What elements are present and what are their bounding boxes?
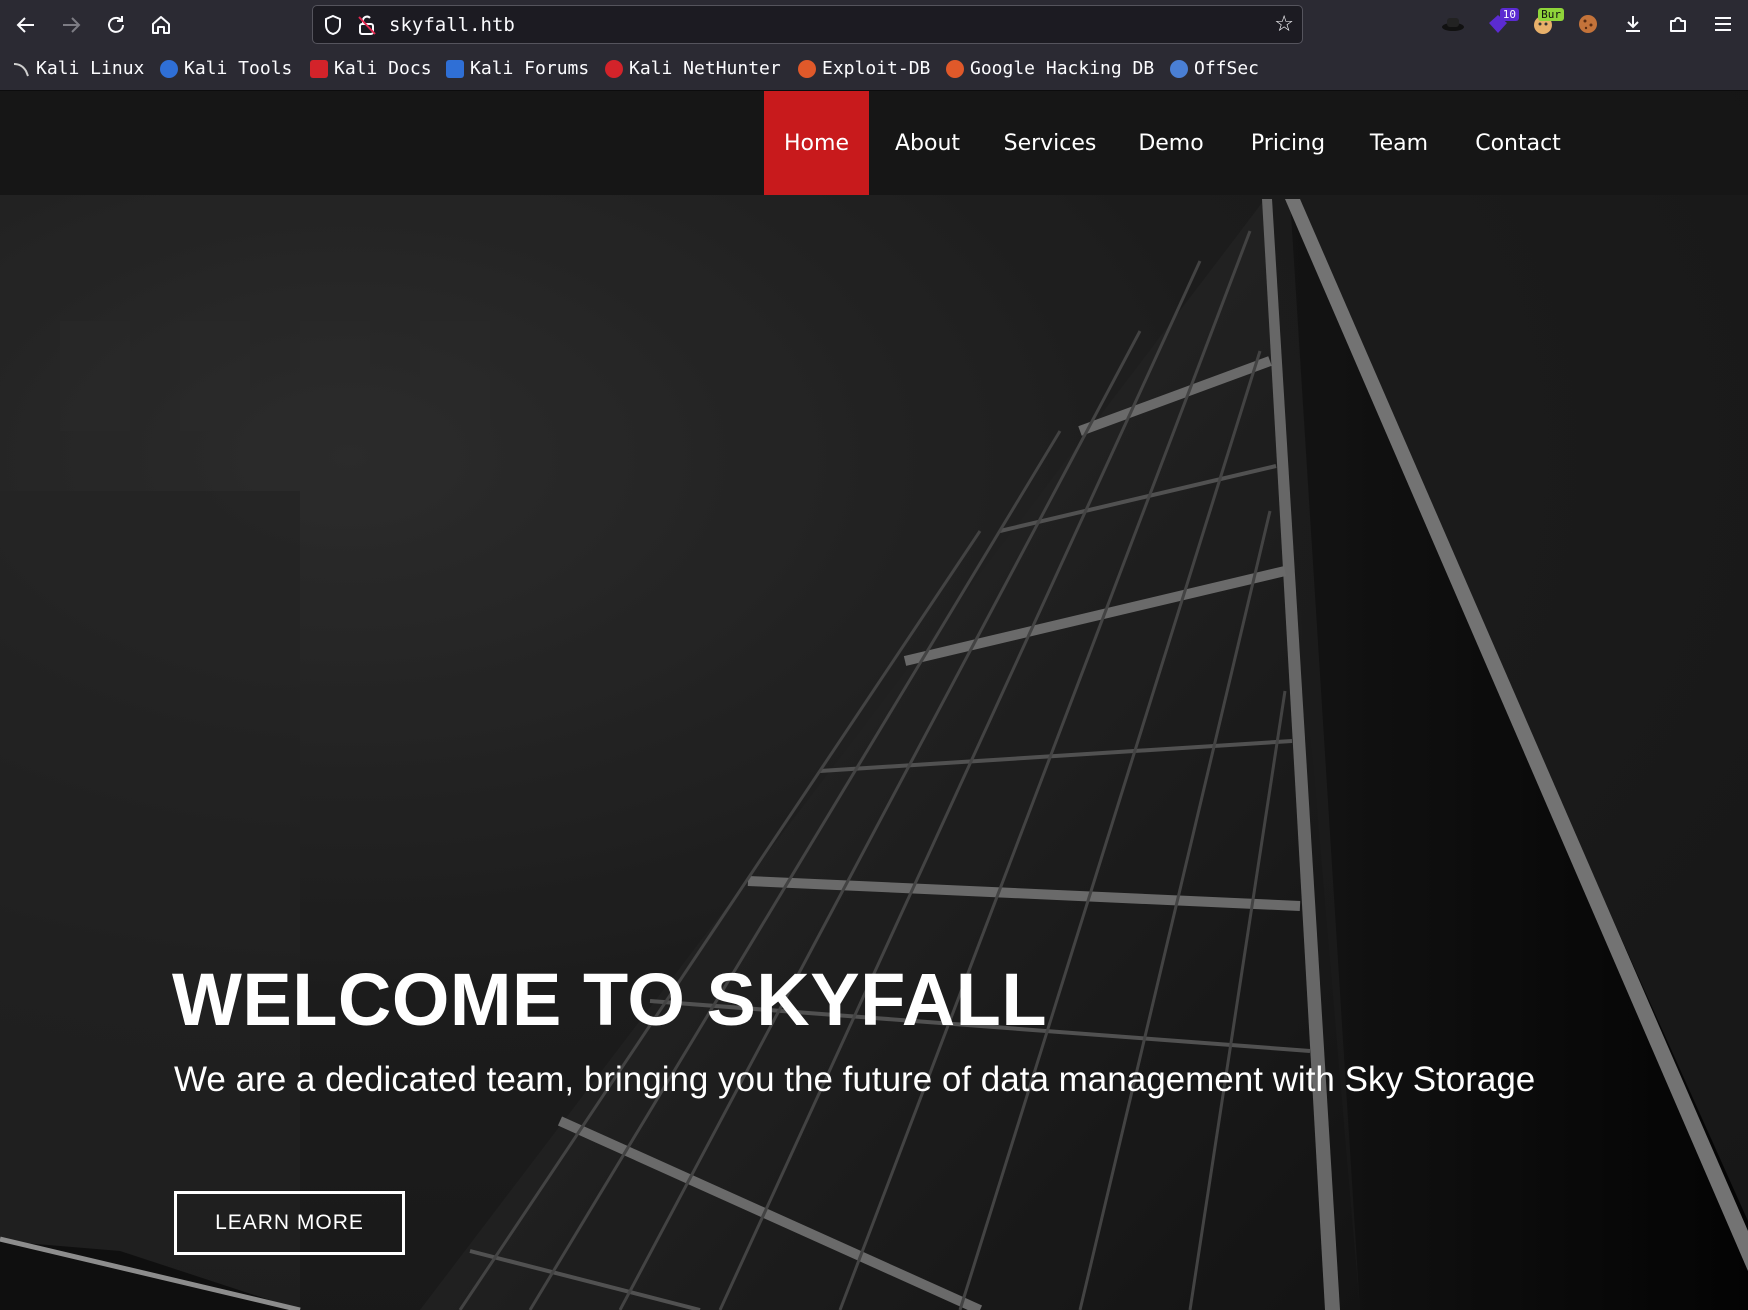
bookmark-label: Kali Tools <box>184 58 293 79</box>
bookmark-kali-docs[interactable]: Kali Docs <box>310 58 432 79</box>
bookmark-kali-nethunter[interactable]: Kali NetHunter <box>605 58 781 79</box>
forward-arrow-icon <box>63 17 81 33</box>
back-arrow-icon <box>16 17 34 33</box>
bookmark-label: Exploit-DB <box>822 58 931 79</box>
bookmark-offsec[interactable]: OffSec <box>1170 58 1259 79</box>
bookmark-label: Kali Forums <box>470 58 590 79</box>
back-button[interactable] <box>8 7 44 43</box>
burp-extension-icon[interactable]: Bur <box>1528 8 1564 39</box>
browser-toolbar: skyfall.htb ☆ 10 Bur <box>0 0 1748 50</box>
reload-icon <box>108 16 124 33</box>
bookmark-label: Kali Linux <box>36 58 145 79</box>
forward-button[interactable] <box>53 7 89 43</box>
bookmark-label: Kali NetHunter <box>629 58 781 79</box>
nav-about[interactable]: About <box>880 91 975 195</box>
site-navbar: Home About Services Demo Pricing Team Co… <box>0 91 1748 195</box>
bookmark-exploit-db[interactable]: Exploit-DB <box>798 58 930 79</box>
kali-dragon-icon <box>12 60 30 78</box>
home-button[interactable] <box>143 7 179 43</box>
hero-subtitle: We are a dedicated team, bringing you th… <box>174 1060 1536 1099</box>
bookmark-star-icon[interactable]: ☆ <box>1274 12 1294 37</box>
nav-team[interactable]: Team <box>1362 91 1436 195</box>
kali-forums-icon <box>446 59 464 78</box>
menu-hamburger-icon[interactable] <box>1708 9 1738 39</box>
home-icon <box>152 16 170 34</box>
exploit-db-icon <box>798 59 816 78</box>
bookmark-kali-linux[interactable]: Kali Linux <box>12 58 144 79</box>
nav-services[interactable]: Services <box>996 91 1104 195</box>
extension-count-badge: 10 <box>1499 8 1519 21</box>
bookmark-kali-forums[interactable]: Kali Forums <box>446 58 589 79</box>
nav-home[interactable]: Home <box>764 91 869 195</box>
downloads-icon[interactable] <box>1618 9 1648 39</box>
kali-docs-icon <box>310 59 328 78</box>
google-hacking-db-icon <box>946 59 964 78</box>
bookmark-label: OffSec <box>1194 58 1260 79</box>
burp-badge: Bur <box>1538 8 1564 21</box>
nav-contact[interactable]: Contact <box>1466 91 1570 195</box>
bookmarks-bar: Kali Linux Kali Tools Kali Docs Kali For… <box>0 50 1748 91</box>
bookmark-label: Google Hacking DB <box>970 58 1155 79</box>
bookmark-google-hacking-db[interactable]: Google Hacking DB <box>946 58 1154 79</box>
kali-nethunter-icon <box>605 59 623 78</box>
bookmark-label: Kali Docs <box>334 58 432 79</box>
bookmark-kali-tools[interactable]: Kali Tools <box>160 58 292 79</box>
extensions-puzzle-icon[interactable] <box>1663 9 1693 39</box>
offsec-icon <box>1170 59 1188 78</box>
web-page: Home About Services Demo Pricing Team Co… <box>0 91 1748 1310</box>
nav-demo[interactable]: Demo <box>1130 91 1212 195</box>
url-text[interactable]: skyfall.htb <box>389 14 515 36</box>
hat-extension-icon[interactable] <box>1438 9 1468 39</box>
kali-tools-icon <box>160 59 178 78</box>
shield-icon[interactable] <box>323 14 343 40</box>
insecure-lock-icon[interactable] <box>357 14 377 40</box>
hero-background-image <box>0 91 1748 1310</box>
hero-title: WELCOME TO SKYFALL <box>172 958 1048 1041</box>
nav-pricing[interactable]: Pricing <box>1240 91 1336 195</box>
reload-button[interactable] <box>98 7 134 43</box>
cookie-extension-icon[interactable] <box>1573 9 1603 39</box>
extension-counter-icon[interactable]: 10 <box>1483 8 1519 39</box>
learn-more-button[interactable]: LEARN MORE <box>174 1191 405 1255</box>
address-bar[interactable]: skyfall.htb ☆ <box>312 5 1303 44</box>
